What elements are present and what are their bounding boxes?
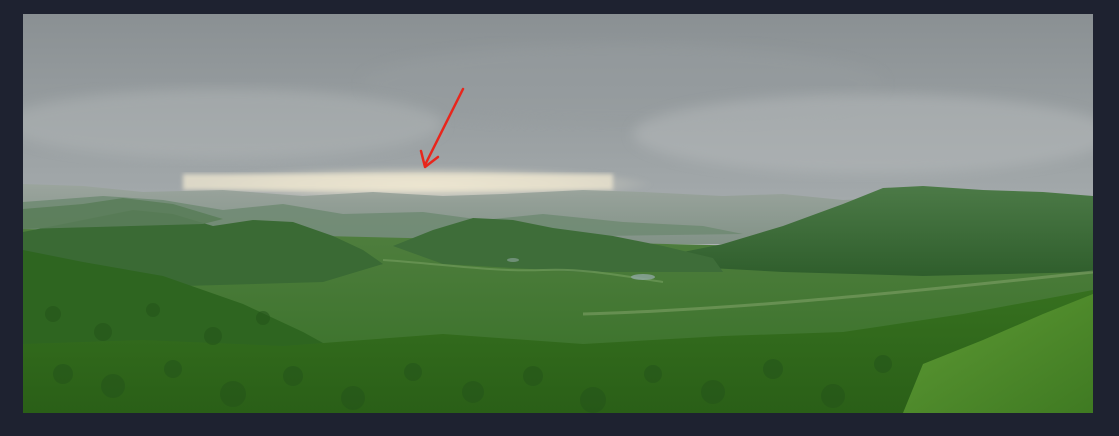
landscape-photo — [23, 14, 1093, 413]
horizon-light-band — [183, 174, 613, 190]
image-frame — [0, 0, 1119, 436]
cloud — [23, 89, 443, 159]
pond — [631, 274, 655, 280]
cloud — [633, 94, 1093, 174]
pond — [507, 258, 519, 262]
landscape-illustration — [23, 14, 1093, 413]
